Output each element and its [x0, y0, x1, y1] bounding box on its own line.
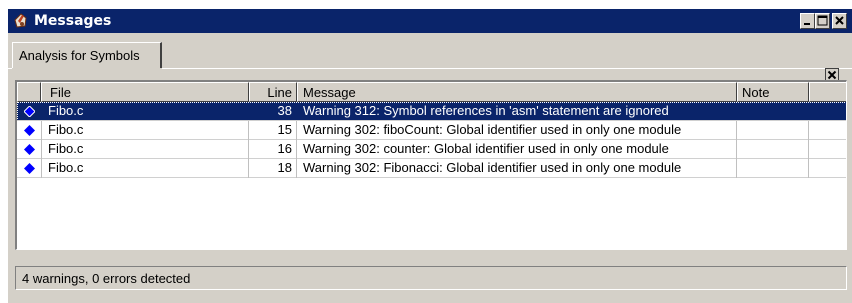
column-header-message-label: Message [303, 85, 356, 100]
column-header-line[interactable]: Line [249, 82, 297, 102]
app-icon[interactable] [12, 12, 30, 30]
table-row[interactable]: Fibo.c 18 Warning 302: Fibonacci: Global… [17, 159, 846, 178]
grid-line [17, 158, 846, 159]
column-header-line-label: Line [267, 85, 292, 100]
warning-diamond-icon [24, 125, 35, 136]
grid-line [17, 139, 846, 140]
column-header-file-label: File [50, 85, 71, 100]
tab-divider [162, 68, 852, 69]
grid-line [17, 177, 846, 178]
cell-message: Warning 302: Fibonacci: Global identifie… [303, 160, 682, 175]
grid-line [296, 121, 297, 178]
cell-file: Fibo.c [48, 122, 84, 137]
cell-file: Fibo.c [48, 160, 84, 175]
column-header-file[interactable]: File [41, 82, 249, 102]
cell-message: Warning 302: counter: Global identifier … [303, 141, 669, 156]
warning-diamond-icon [24, 144, 35, 155]
tab-divider [8, 68, 12, 69]
cell-message: Warning 312: Symbol references in 'asm' … [303, 103, 669, 118]
column-header-icon[interactable] [17, 82, 41, 102]
table-row[interactable]: Fibo.c 15 Warning 302: fiboCount: Global… [17, 121, 846, 140]
warning-diamond-icon [24, 106, 35, 117]
close-icon [835, 16, 844, 25]
messages-list[interactable]: File Line Message Note Fibo.c 38 Warning… [15, 80, 847, 250]
cell-line: 15 [277, 122, 292, 137]
grid-line [17, 120, 846, 121]
grid-line [736, 121, 737, 178]
grid-line [248, 121, 249, 178]
table-row[interactable]: Fibo.c 16 Warning 302: counter: Global i… [17, 140, 846, 159]
cell-line: 38 [277, 103, 292, 118]
cell-file: Fibo.c [48, 141, 84, 156]
minimize-button[interactable] [800, 13, 815, 29]
column-header-note-label: Note [742, 85, 770, 100]
minimize-icon [804, 23, 810, 25]
status-bar: 4 warnings, 0 errors detected [15, 266, 847, 290]
status-text: 4 warnings, 0 errors detected [22, 271, 191, 286]
maximize-button[interactable] [815, 13, 830, 29]
window-title: Messages [34, 13, 112, 29]
tab-analysis-for-symbols[interactable]: Analysis for Symbols [12, 42, 162, 68]
grid-line [808, 121, 809, 178]
title-bar[interactable]: Messages [8, 9, 852, 33]
column-header-filler [809, 82, 846, 102]
cell-message: Warning 302: fiboCount: Global identifie… [303, 122, 682, 137]
tab-label: Analysis for Symbols [19, 48, 140, 63]
cell-file: Fibo.c [48, 103, 84, 118]
cell-line: 18 [277, 160, 292, 175]
table-row[interactable]: Fibo.c 38 Warning 312: Symbol references… [17, 102, 846, 121]
maximize-icon [817, 15, 828, 26]
warning-diamond-icon [24, 163, 35, 174]
column-header-message[interactable]: Message [297, 82, 737, 102]
cell-line: 16 [277, 141, 292, 156]
close-button[interactable] [832, 13, 847, 29]
grid-line [41, 121, 42, 178]
column-header-note[interactable]: Note [737, 82, 809, 102]
